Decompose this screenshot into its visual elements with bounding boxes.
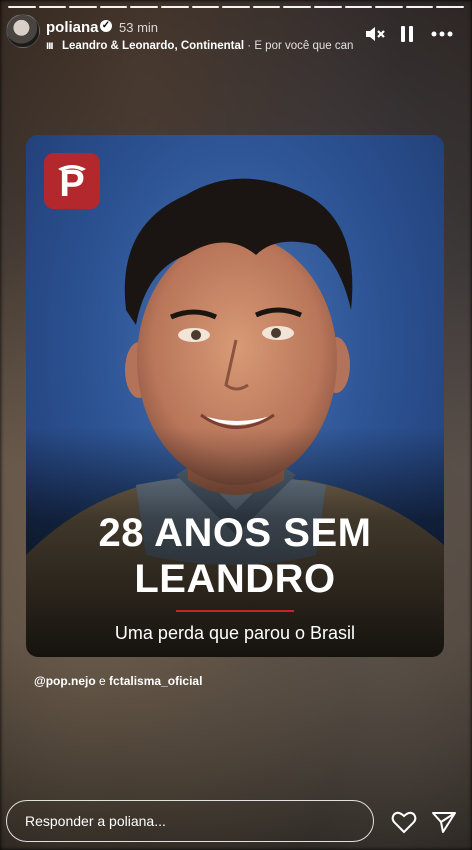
- mention-pop-nejo[interactable]: @pop.nejo: [34, 674, 96, 688]
- music-lyrics: · É por você que can: [244, 40, 354, 52]
- progress-segment: [252, 6, 281, 8]
- music-bars-icon: ııı: [46, 40, 54, 52]
- progress-segment: [191, 6, 220, 8]
- progress-segment: [99, 6, 128, 8]
- post-headline: 28 ANOS SEM LEANDRO: [26, 510, 444, 602]
- progress-segment: [8, 6, 36, 8]
- verified-badge-icon: ✓: [100, 20, 112, 32]
- mention-fctalisma[interactable]: fctalisma_oficial: [109, 674, 202, 688]
- speaker-muted-icon[interactable]: [362, 22, 386, 46]
- progress-segment: [160, 6, 189, 8]
- progress-segment: [69, 6, 97, 8]
- headline-divider: [176, 610, 294, 612]
- progress-segment: [38, 6, 67, 8]
- music-title: Leandro & Leonardo, Continental: [62, 40, 245, 52]
- reply-input[interactable]: Responder a poliana...: [6, 800, 374, 842]
- avatar[interactable]: [6, 14, 40, 48]
- brand-logo-icon: P: [44, 153, 100, 209]
- story-timestamp: 53 min: [119, 20, 159, 35]
- headline-line-2: LEANDRO: [134, 557, 336, 601]
- heart-icon[interactable]: [391, 810, 417, 834]
- headline-line-1: 28 ANOS SEM: [98, 511, 372, 555]
- progress-segment: [283, 6, 311, 8]
- progress-segment: [436, 6, 464, 8]
- mention-separator: e: [95, 674, 110, 688]
- more-horizontal-icon[interactable]: [430, 22, 454, 46]
- paper-plane-icon[interactable]: [431, 810, 457, 834]
- music-attribution[interactable]: ııı Leandro & Leonardo, Continental · É p…: [46, 40, 358, 52]
- username[interactable]: poliana: [46, 19, 99, 36]
- post-subtitle: Uma perda que parou o Brasil: [114, 623, 356, 643]
- progress-segment: [222, 6, 250, 8]
- progress-segment: [130, 6, 158, 8]
- pause-icon[interactable]: [395, 22, 419, 46]
- progress-segment: [405, 6, 434, 8]
- story-progress-bar: [8, 6, 464, 8]
- story-post-card: P 28 ANOS SEM LEANDRO Uma perda que paro…: [26, 135, 444, 657]
- progress-segment: [313, 6, 342, 8]
- progress-segment: [344, 6, 373, 8]
- progress-segment: [375, 6, 403, 8]
- reply-placeholder: Responder a poliana...: [25, 813, 166, 829]
- story-header: poliana ✓ 53 min ııı Leandro & Leonardo, …: [6, 14, 466, 58]
- mention-tags: @pop.nejo e fctalisma_oficial: [34, 674, 202, 688]
